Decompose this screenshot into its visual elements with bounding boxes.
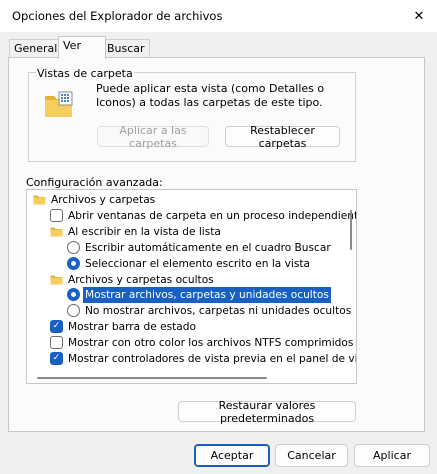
radio-selected[interactable] — [67, 288, 80, 302]
tree-item: Archivos y carpetas — [27, 192, 345, 208]
tree-item[interactable]: Mostrar con otro color los archivos NTFS… — [27, 335, 356, 351]
folder-views-label: Vistas de carpeta — [36, 67, 134, 80]
tab-buscar[interactable]: Buscar — [102, 39, 150, 58]
cancel-button[interactable]: Cancelar — [275, 444, 348, 467]
vertical-scroll-thumb[interactable] — [350, 210, 352, 250]
restore-defaults-button[interactable]: Restaurar valores predeterminados — [178, 399, 356, 425]
dialog-footer: Aceptar Cancelar Aplicar — [0, 432, 437, 474]
radio-unselected[interactable] — [67, 240, 80, 254]
tree-item[interactable]: Mostrar archivos, carpetas y unidades oc… — [27, 287, 345, 304]
tree-item-label: Archivos y carpetas — [51, 194, 156, 206]
ok-button[interactable]: Aceptar — [194, 444, 270, 467]
folder-view-icon — [45, 91, 73, 117]
folder-icon — [50, 227, 63, 237]
tree-item-label: Abrir ventanas de carpeta en un proceso … — [68, 209, 357, 222]
tree-item-label: Mostrar archivos, carpetas y unidades oc… — [83, 287, 331, 304]
window-title: Opciones del Explorador de archivos — [12, 9, 223, 23]
tree-item: Al escribir en la vista de lista — [27, 224, 345, 240]
tab-general[interactable]: General — [9, 39, 63, 58]
tree-item-label: Mostrar con otro color los archivos NTFS… — [68, 337, 357, 350]
tab-ver[interactable]: Ver — [58, 36, 106, 59]
advanced-settings-tree[interactable]: Archivos y carpetas Abrir ventanas de car… — [26, 189, 357, 384]
title-bar: Opciones del Explorador de archivos ✕ — [0, 0, 437, 32]
radio-unselected[interactable] — [67, 304, 80, 318]
close-icon: ✕ — [413, 8, 425, 24]
checkbox-unchecked[interactable] — [50, 208, 63, 222]
checkbox-unchecked[interactable] — [50, 336, 63, 350]
tree-item-label: Archivos y carpetas ocultos — [68, 273, 214, 286]
reset-folders-button[interactable]: Restablecer carpetas — [225, 124, 340, 150]
close-button[interactable]: ✕ — [409, 6, 429, 26]
horizontal-scrollbar[interactable] — [29, 373, 347, 381]
tree-item: Archivos y carpetas ocultos — [27, 272, 345, 288]
checkbox-checked[interactable]: ✓ — [50, 320, 63, 334]
tree-item[interactable]: No mostrar archivos, carpetas ni unidade… — [27, 303, 351, 319]
folder-icon — [50, 275, 63, 284]
folder-views-description: Puede aplicar esta vista (como Detalles … — [96, 82, 325, 109]
tree-item-label: Seleccionar el elemento escrito en la vi… — [85, 257, 311, 270]
vertical-scrollbar[interactable] — [348, 192, 354, 362]
tree-item[interactable]: Escribir automáticamente en el cuadro Bu… — [27, 240, 345, 256]
apply-button[interactable]: Aplicar — [354, 444, 430, 467]
advanced-settings-label: Configuración avanzada: — [26, 176, 163, 189]
tree-item-label: Mostrar controladores de vista previa en… — [68, 353, 357, 365]
checkbox-checked[interactable]: ✓ — [50, 352, 63, 365]
tree-item-label: Al escribir en la vista de lista — [68, 225, 221, 238]
horizontal-scroll-thumb[interactable] — [37, 377, 267, 379]
tree-item-label: No mostrar archivos, carpetas ni unidade… — [85, 305, 352, 318]
tab-strip: General Ver Buscar — [0, 36, 437, 59]
tree-item[interactable]: Abrir ventanas de carpeta en un proceso … — [27, 208, 356, 224]
tree-item-label: Mostrar barra de estado — [68, 321, 196, 334]
radio-selected[interactable] — [67, 256, 80, 270]
apply-to-folders-button[interactable]: Aplicar a las carpetas — [97, 124, 209, 150]
folder-icon — [33, 195, 46, 205]
tree-item-label: Escribir automáticamente en el cuadro Bu… — [85, 241, 331, 254]
tree-item[interactable]: ✓ Mostrar controladores de vista previa e… — [27, 351, 356, 367]
tree-item[interactable]: ✓ Mostrar barra de estado — [27, 319, 345, 335]
tree-item[interactable]: Seleccionar el elemento escrito en la vi… — [27, 256, 345, 272]
